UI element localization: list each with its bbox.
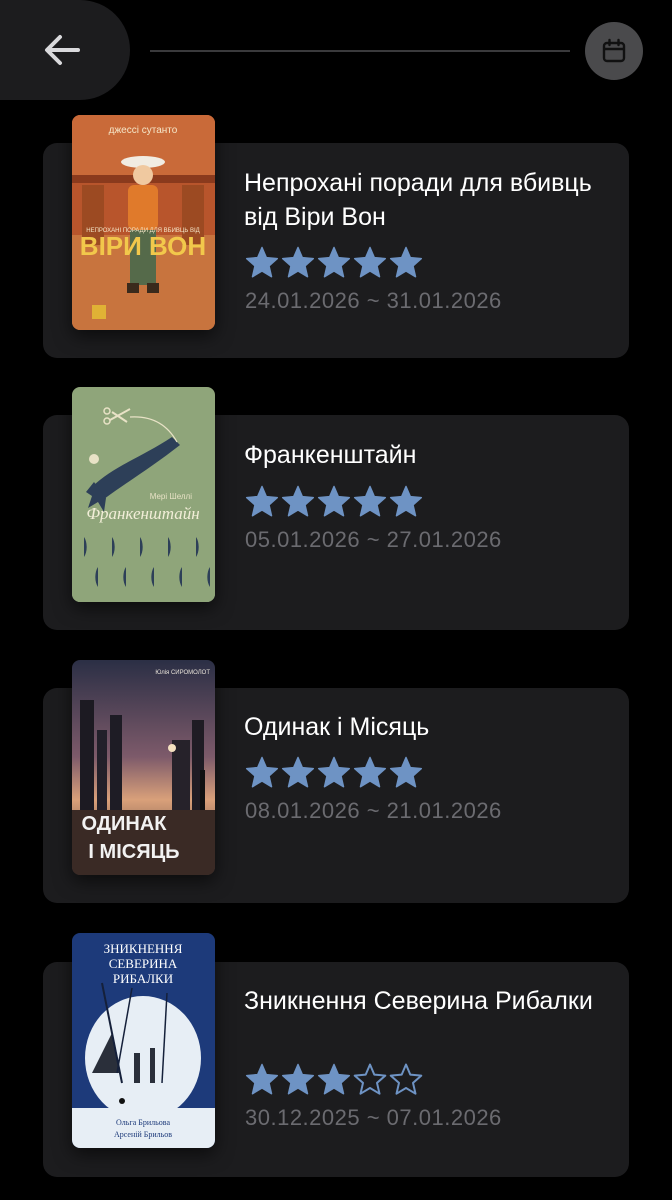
book-title: Зникнення Северина Рибалки bbox=[244, 987, 593, 1015]
cover-title-line1: ОДИНАК bbox=[81, 813, 167, 835]
book-title: Непрохані поради для вбивць від Віри Вон bbox=[244, 169, 592, 231]
star-filled-icon bbox=[317, 1063, 351, 1095]
star-filled-icon bbox=[245, 485, 279, 517]
book-cover: Юлія СИРОМОЛОТ ОДИНАК І МІСЯЦЬ bbox=[72, 660, 215, 875]
reading-dates: 08.01.2026 ~ 21.01.2026 bbox=[245, 798, 502, 823]
book-title: Одинак і Місяць bbox=[244, 713, 430, 741]
star-filled-icon bbox=[245, 246, 279, 278]
rating-stars bbox=[244, 755, 424, 791]
rating-stars bbox=[244, 245, 424, 281]
book-cover: ЗНИКНЕННЯ СЕВЕРИНА РИБАЛКИ Ольга Брильов… bbox=[72, 933, 215, 1148]
star-filled-icon bbox=[389, 485, 423, 517]
cover-title-line1: ЗНИКНЕННЯ bbox=[104, 941, 183, 956]
reading-dates: 24.01.2026 ~ 31.01.2026 bbox=[245, 288, 502, 313]
book-title: Франкенштайн bbox=[244, 441, 417, 469]
reading-dates: 05.01.2026 ~ 27.01.2026 bbox=[245, 527, 502, 552]
star-filled-icon bbox=[245, 1063, 279, 1095]
rating-stars bbox=[244, 484, 424, 520]
star-empty-icon bbox=[353, 1063, 387, 1095]
reading-dates: 30.12.2025 ~ 07.01.2026 bbox=[245, 1105, 502, 1130]
star-filled-icon bbox=[281, 246, 315, 278]
cover-title-line3: РИБАЛКИ bbox=[113, 971, 173, 986]
book-cover: Мері Шеллі Франкенштайн bbox=[72, 387, 215, 602]
star-filled-icon bbox=[389, 756, 423, 788]
star-filled-icon bbox=[317, 485, 351, 517]
star-filled-icon bbox=[281, 756, 315, 788]
cover-author: Мері Шеллі bbox=[150, 492, 193, 501]
star-filled-icon bbox=[245, 756, 279, 788]
star-filled-icon bbox=[281, 485, 315, 517]
cover-author: Юлія СИРОМОЛОТ bbox=[155, 670, 210, 676]
star-filled-icon bbox=[353, 756, 387, 788]
star-filled-icon bbox=[281, 1063, 315, 1095]
cover-title-line2: СЕВЕРИНА bbox=[109, 956, 178, 971]
star-filled-icon bbox=[353, 485, 387, 517]
rating-stars bbox=[244, 1062, 424, 1098]
cover-title-line2: І МІСЯЦЬ bbox=[88, 841, 179, 863]
star-empty-icon bbox=[389, 1063, 423, 1095]
book-cover: джессі сутанто НЕПРОХАНІ ПОРАДИ ДЛЯ ВБИВ… bbox=[72, 115, 215, 330]
cover-author-line2: Арсеній Брильов bbox=[114, 1130, 172, 1139]
star-filled-icon bbox=[317, 756, 351, 788]
cover-title: Франкенштайн bbox=[86, 504, 199, 523]
book-list: джессі сутанто НЕПРОХАНІ ПОРАДИ ДЛЯ ВБИВ… bbox=[0, 0, 672, 1200]
cover-author-line1: Ольга Брильова bbox=[116, 1118, 170, 1127]
star-filled-icon bbox=[353, 246, 387, 278]
star-filled-icon bbox=[317, 246, 351, 278]
star-filled-icon bbox=[389, 246, 423, 278]
cover-title: ВІРИ ВОН bbox=[80, 231, 206, 261]
cover-author: джессі сутанто bbox=[109, 125, 178, 136]
